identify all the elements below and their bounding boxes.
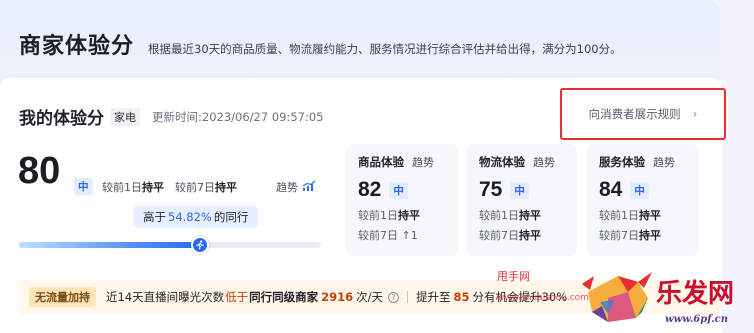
exposure-low-label: 低于 <box>225 290 249 304</box>
category-badge: 家电 <box>110 107 140 126</box>
compare-1-day: 较前1日持平 <box>102 181 164 194</box>
page-description: 根据最近30天的商品质量、物流履约能力、服务情况进行综合评估并给出得，满分为10… <box>148 42 622 56</box>
page-title: 商家体验分 <box>19 34 135 59</box>
sub-score-level-badge: 中 <box>630 181 649 199</box>
brand-name: 乐发网 <box>656 278 734 309</box>
sub-score-compare-1-day: 较前1日持平 <box>599 209 661 222</box>
overall-score: 80 <box>18 150 61 192</box>
help-icon[interactable]: ? <box>388 291 400 303</box>
sub-score-value: 82 <box>358 178 382 201</box>
update-time: 更新时间:2023/06/27 09:57:05 <box>152 109 324 124</box>
sub-score-value: 84 <box>599 178 623 201</box>
sub-score-trend-link[interactable]: 趋势 <box>412 154 434 170</box>
watermark-site: www.6pf.cn <box>665 314 729 325</box>
sub-score-compare-7-day: 较前7日 ↑1 <box>358 229 418 242</box>
sub-score-trend-link[interactable]: 趋势 <box>653 154 675 170</box>
sub-score-value: 75 <box>479 178 503 201</box>
exposure-unit: 次/天 <box>356 290 384 304</box>
peer-progress-bar <box>19 242 321 248</box>
sub-score-title: 商品体验 <box>358 155 404 169</box>
divider <box>407 291 409 303</box>
sub-score-card-product: 商品体验 趋势 82 中 较前1日持平 较前7日 ↑1 <box>346 144 458 256</box>
sub-score-level-badge: 中 <box>389 181 408 199</box>
chevron-right-icon: › <box>692 107 698 121</box>
page-header: 商家体验分 根据最近30天的商品质量、物流履约能力、服务情况进行综合评估并给出得… <box>19 28 622 60</box>
section-title: 我的体验分 <box>19 109 104 129</box>
trend-chart-icon <box>302 180 316 195</box>
overall-trend-link[interactable]: 趋势 <box>276 179 316 195</box>
exposure-text: 近14天直播间曝光次数 <box>106 290 225 304</box>
trend-label: 趋势 <box>276 181 298 194</box>
score-section-header: 我的体验分 家电 更新时间:2023/06/27 09:57:05 <box>19 104 323 129</box>
sub-score-compare-7-day: 较前7日持平 <box>599 229 661 242</box>
upgrade-score: 85 <box>453 290 470 304</box>
sub-score-level-badge: 中 <box>510 181 529 199</box>
watermark-text: 甩手网 <box>497 270 530 283</box>
exposure-number: 2916 <box>321 290 354 304</box>
traffic-status-badge: 无流量加持 <box>29 287 96 307</box>
peer-rank-tag: 高于 54.82% 的同行 <box>133 206 259 228</box>
sub-score-trend-link[interactable]: 趋势 <box>533 154 555 170</box>
sub-score-title: 服务体验 <box>599 155 645 169</box>
peer-percent: 54.82% <box>168 210 212 224</box>
sub-score-card-logistics: 物流体验 趋势 75 中 较前1日持平 较前7日持平 <box>467 144 577 256</box>
sub-score-card-service: 服务体验 趋势 84 中 较前1日持平 较前7日持平 <box>587 144 699 256</box>
upgrade-prefix: 提升至 <box>416 290 451 304</box>
sub-score-compare-1-day: 较前1日持平 <box>358 209 420 222</box>
sub-score-compare-1-day: 较前1日持平 <box>479 209 541 222</box>
peer-progress-fill <box>19 242 200 248</box>
watermark-url: www.shuaishou.com <box>497 293 589 303</box>
consumer-rules-label: 向消费者展示规则 <box>588 107 681 121</box>
sub-score-title: 物流体验 <box>479 155 525 169</box>
consumer-rules-button[interactable]: 向消费者展示规则 › <box>560 88 726 140</box>
compare-7-day: 较前7日持平 <box>175 181 237 194</box>
overall-level-badge: 中 <box>74 178 93 195</box>
runner-icon <box>191 236 209 254</box>
sub-score-compare-7-day: 较前7日持平 <box>479 229 541 242</box>
exposure-peer-label: 同行同级商家 <box>249 290 319 304</box>
